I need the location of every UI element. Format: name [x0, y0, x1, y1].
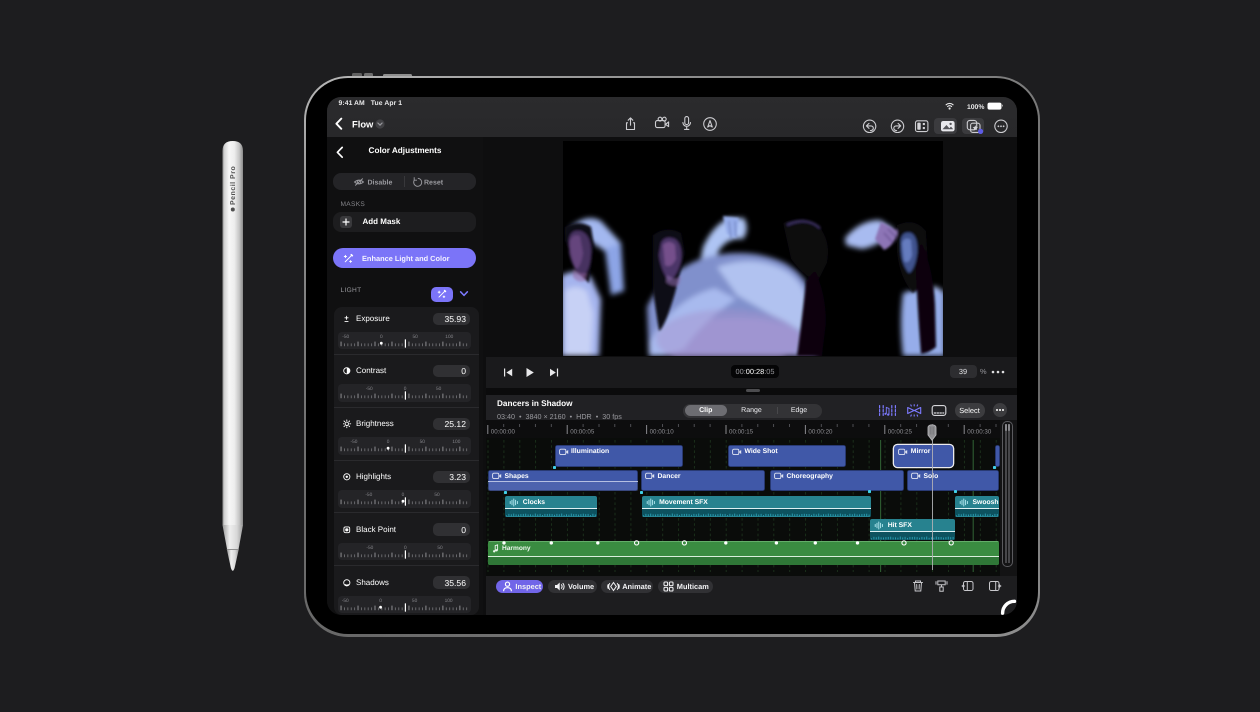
svg-text:50: 50 — [436, 386, 442, 392]
svg-text:50: 50 — [412, 598, 418, 604]
svg-text:Pencil Pro: Pencil Pro — [229, 166, 237, 205]
svg-text:00:00:00: 00:00:00 — [491, 428, 516, 435]
svg-text:50: 50 — [413, 334, 419, 340]
svg-text:0: 0 — [380, 334, 383, 340]
svg-text:100%: 100% — [967, 104, 984, 111]
svg-text:50: 50 — [437, 545, 443, 551]
svg-text:0: 0 — [379, 598, 382, 604]
svg-text:50: 50 — [434, 492, 440, 498]
svg-text:0: 0 — [402, 492, 405, 498]
svg-text:0: 0 — [387, 439, 390, 445]
svg-text:00:00:15: 00:00:15 — [729, 428, 754, 435]
svg-text:00:00:05: 00:00:05 — [570, 428, 595, 435]
svg-text:Disable: Disable — [368, 178, 393, 186]
svg-text:00:00:30: 00:00:30 — [967, 428, 992, 435]
svg-text:-50: -50 — [342, 598, 349, 604]
svg-text:-50: -50 — [365, 492, 372, 498]
svg-text:-50: -50 — [351, 439, 358, 445]
svg-text:0: 0 — [404, 545, 407, 551]
svg-text:-50: -50 — [366, 386, 373, 392]
svg-text:50: 50 — [420, 439, 426, 445]
svg-text:0: 0 — [404, 386, 407, 392]
svg-text:Reset: Reset — [424, 179, 444, 186]
svg-text:100: 100 — [445, 334, 453, 340]
svg-text:-50: -50 — [366, 545, 373, 551]
svg-text:-50: -50 — [342, 334, 349, 340]
svg-text:100: 100 — [452, 439, 460, 445]
svg-text:100: 100 — [445, 598, 453, 604]
svg-text:Flow: Flow — [352, 119, 374, 130]
svg-text:00:00:25: 00:00:25 — [888, 428, 913, 435]
svg-text:00:00:20: 00:00:20 — [808, 428, 833, 435]
svg-text:00:00:10: 00:00:10 — [650, 428, 675, 435]
